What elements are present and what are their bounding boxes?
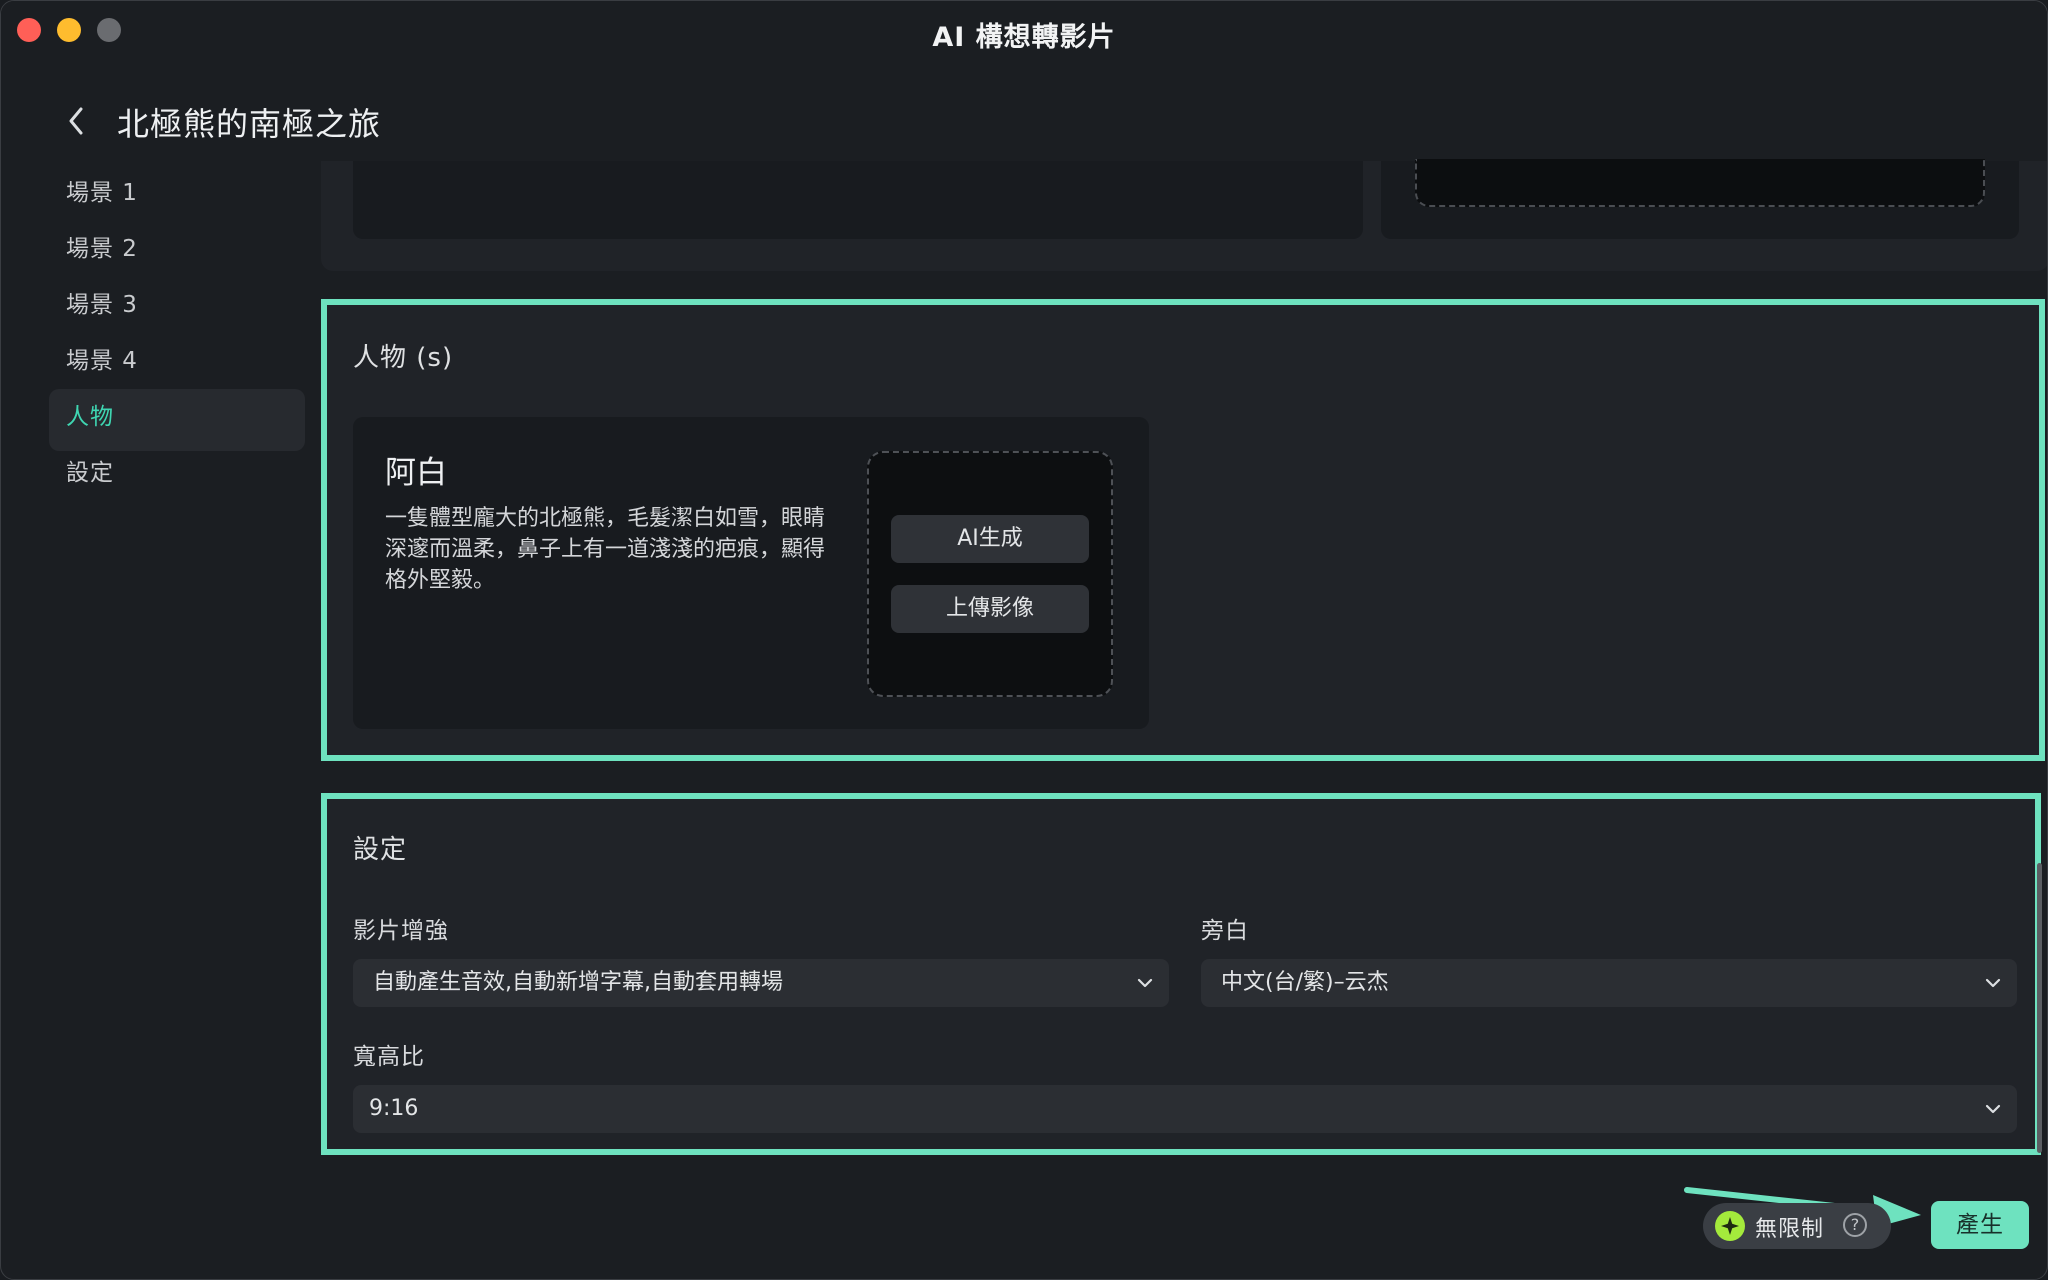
upload-image-button[interactable]: 上傳影像 xyxy=(891,585,1089,633)
sidebar-item-scene-2[interactable]: 場景 2 xyxy=(49,221,305,283)
sidebar-nav: 場景 1 場景 2 場景 3 場景 4 人物 設定 xyxy=(49,165,305,501)
settings-heading: 設定 xyxy=(353,835,408,865)
plan-label: 無限制 xyxy=(1755,1217,1825,1242)
sidebar-item-characters[interactable]: 人物 xyxy=(49,389,305,451)
chevron-down-icon xyxy=(1985,1104,2001,1114)
character-name: 阿白 xyxy=(385,455,447,491)
chevron-down-icon xyxy=(1137,978,1153,988)
window-title: AI 構想轉影片 xyxy=(932,22,1116,53)
narration-value: 中文(台/繁)–云杰 xyxy=(1221,970,1389,995)
character-card: 阿白 一隻體型龐大的北極熊，毛髮潔白如雪，眼睛深邃而溫柔，鼻子上有一道淺淺的疤痕… xyxy=(353,417,1149,729)
narration-select[interactable]: 中文(台/繁)–云杰 xyxy=(1201,959,2017,1007)
title-bar: AI 構想轉影片 xyxy=(1,1,2047,61)
settings-panel: 設定 影片增強 自動產生音效,自動新增字幕,自動套用轉場 旁白 中文(台/繁)–… xyxy=(321,793,2041,1155)
sidebar-item-settings[interactable]: 設定 xyxy=(49,445,305,507)
scene-description-card xyxy=(353,161,1363,239)
project-title: 北極熊的南極之旅 xyxy=(117,105,382,143)
sidebar-item-scene-4[interactable]: 場景 4 xyxy=(49,333,305,395)
character-description[interactable]: 一隻體型龐大的北極熊，毛髮潔白如雪，眼睛深邃而溫柔，鼻子上有一道淺淺的疤痕，顯得… xyxy=(385,503,833,596)
sparkle-icon xyxy=(1715,1211,1745,1241)
enhance-select[interactable]: 自動產生音效,自動新增字幕,自動套用轉場 xyxy=(353,959,1169,1007)
generate-button[interactable]: 產生 xyxy=(1931,1201,2029,1249)
scene-image-dropzone[interactable] xyxy=(1415,159,1985,207)
narration-label: 旁白 xyxy=(1201,918,1249,944)
character-image-dropzone: AI生成 上傳影像 xyxy=(867,451,1113,697)
aspect-ratio-value: 9:16 xyxy=(369,1096,419,1121)
scrollbar-thumb[interactable] xyxy=(2037,863,2042,1153)
enhance-label: 影片增強 xyxy=(353,918,449,944)
aspect-ratio-label: 寬高比 xyxy=(353,1044,425,1070)
enhance-value: 自動產生音效,自動新增字幕,自動套用轉場 xyxy=(373,970,783,995)
app-window: AI 構想轉影片 北極熊的南極之旅 場景 1 場景 2 場景 3 場景 4 人物… xyxy=(0,0,2048,1280)
back-arrow-icon[interactable] xyxy=(63,105,91,137)
sidebar-item-scene-3[interactable]: 場景 3 xyxy=(49,277,305,339)
chevron-down-icon xyxy=(1985,978,2001,988)
plan-badge[interactable]: 無限制 ? xyxy=(1703,1203,1891,1249)
help-icon[interactable]: ? xyxy=(1843,1213,1867,1237)
characters-heading: 人物 (s) xyxy=(353,343,454,373)
sidebar-item-scene-1[interactable]: 場景 1 xyxy=(49,165,305,227)
ai-generate-button[interactable]: AI生成 xyxy=(891,515,1089,563)
aspect-ratio-select[interactable]: 9:16 xyxy=(353,1085,2017,1133)
characters-panel: 人物 (s) 阿白 一隻體型龐大的北極熊，毛髮潔白如雪，眼睛深邃而溫柔，鼻子上有… xyxy=(321,299,2045,761)
